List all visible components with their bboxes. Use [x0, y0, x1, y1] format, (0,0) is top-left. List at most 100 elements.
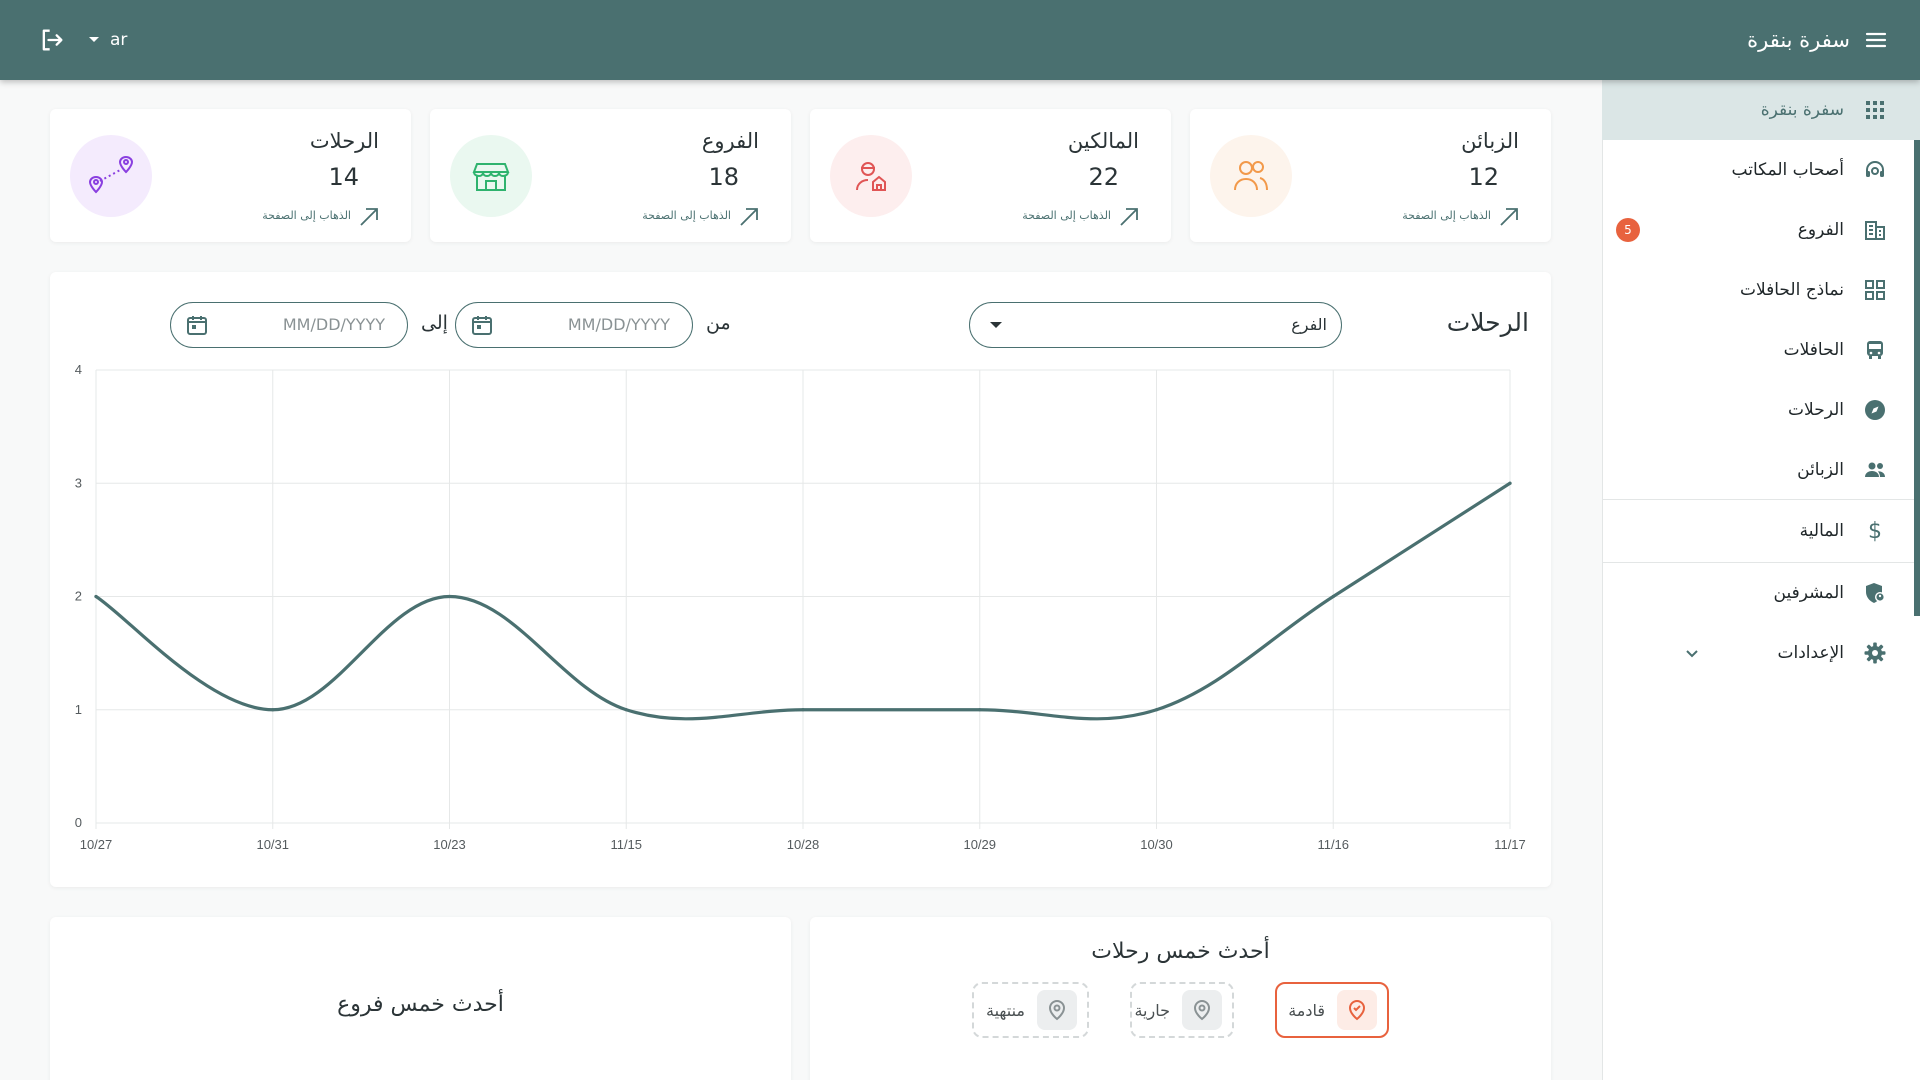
x-tick-label: 10/30 [1140, 837, 1173, 852]
stat-title: الرحلات [309, 129, 379, 153]
y-tick-label: 0 [75, 815, 82, 830]
go-to-page-link[interactable]: الذهاب إلى الصفحة [1402, 209, 1491, 222]
logout-icon[interactable] [38, 26, 66, 54]
y-tick-label: 1 [75, 702, 82, 717]
filter-ongoing[interactable]: جارية [1130, 982, 1234, 1038]
owner-icon [830, 135, 912, 217]
data-point [624, 708, 628, 712]
filter-label: جارية [1134, 1000, 1170, 1020]
location-pin-icon [1182, 990, 1222, 1030]
location-check-icon [1337, 990, 1377, 1030]
gear-icon [1862, 640, 1888, 666]
data-point [978, 708, 982, 712]
building-icon [1862, 217, 1888, 243]
x-tick-label: 10/23 [433, 837, 466, 852]
stat-title: الزبائن [1461, 129, 1519, 153]
x-tick-label: 11/16 [1317, 837, 1349, 852]
data-point [1154, 708, 1159, 712]
stat-value: 22 [1088, 163, 1119, 191]
branches-count-badge: 5 [1616, 218, 1640, 242]
data-point [1331, 594, 1335, 599]
location-pin-icon [1037, 990, 1077, 1030]
sidebar-item-label: الفروع [1797, 220, 1844, 240]
data-point [94, 594, 98, 599]
sidebar-item-label: الرحلات [1788, 400, 1844, 420]
stat-value: 12 [1468, 163, 1499, 191]
arrow-up-right-icon[interactable] [1117, 205, 1141, 229]
users-icon [1210, 135, 1292, 217]
arrow-up-right-icon[interactable] [737, 205, 761, 229]
brand: سفرة بنقرة [1747, 0, 1888, 80]
sidebar-item-label: الإعدادات [1777, 643, 1844, 663]
arrow-up-right-icon[interactable] [357, 205, 381, 229]
go-to-page-link[interactable]: الذهاب إلى الصفحة [1022, 209, 1111, 222]
sidebar-item-buses[interactable]: الحافلات [1602, 320, 1920, 380]
latest-branches-title: أحدث خمس فروع [337, 992, 504, 1017]
sidebar-item-finance[interactable]: المالية $ [1602, 501, 1920, 561]
caret-down-icon [89, 37, 99, 42]
sidebar-item-settings[interactable]: الإعدادات [1602, 623, 1920, 683]
grid-dots-icon [1862, 97, 1888, 123]
sidebar-item-trips[interactable]: الرحلات [1602, 380, 1920, 440]
sidebar-item-bus-models[interactable]: نماذج الحافلات [1602, 260, 1920, 320]
sidebar-item-label: الحافلات [1783, 340, 1844, 360]
stat-card-owners: المالكين 22 الذهاب إلى الصفحة [810, 109, 1171, 242]
bus-icon [1862, 337, 1888, 363]
sidebar-item-label: المالية [1799, 521, 1844, 541]
stat-value: 18 [708, 163, 739, 191]
language-selector[interactable]: ar [88, 0, 127, 80]
sidebar-item-home[interactable]: سفرة بنقرة [1602, 80, 1920, 140]
sidebar: سفرة بنقرة أصحاب المكاتب 5 الفروع نماذج … [1602, 80, 1920, 1080]
data-point [271, 708, 275, 712]
top-bar: سفرة بنقرة ar [0, 0, 1920, 80]
sidebar-item-office-owners[interactable]: أصحاب المكاتب [1602, 140, 1920, 200]
menu-icon[interactable] [1864, 28, 1888, 52]
stat-card-branches: الفروع 18 الذهاب إلى الصفحة [430, 109, 791, 242]
stat-title: المالكين [1067, 129, 1139, 153]
route-icon [70, 135, 152, 217]
filter-label: قادمة [1288, 1000, 1325, 1020]
stat-value: 14 [328, 163, 359, 191]
sidebar-divider [1602, 499, 1914, 500]
grid-squares-icon [1862, 277, 1888, 303]
latest-trips-title: أحدث خمس رحلات [1091, 939, 1270, 964]
x-tick-label: 11/17 [1494, 837, 1526, 852]
store-icon [450, 135, 532, 217]
x-tick-label: 10/29 [963, 837, 996, 852]
arrow-up-right-icon[interactable] [1497, 205, 1521, 229]
language-label: ar [110, 30, 128, 50]
y-tick-label: 4 [75, 362, 82, 377]
trips-chart-card: الرحلات الفرع من MM/DD/YYYY إلى MM/DD/YY… [50, 272, 1551, 887]
go-to-page-link[interactable]: الذهاب إلى الصفحة [262, 209, 351, 222]
data-point [1508, 481, 1512, 485]
y-tick-label: 2 [75, 589, 82, 604]
app-title: سفرة بنقرة [1747, 28, 1850, 52]
people-icon [1862, 457, 1888, 483]
sidebar-item-label: أصحاب المكاتب [1731, 160, 1844, 180]
trips-line-chart: 0 1 2 3 4 10/27 10/31 10/23 11/15 10/28 10/29 10/30… [75, 362, 1526, 852]
shield-person-icon [1862, 580, 1888, 606]
filter-finished[interactable]: منتهية [972, 982, 1089, 1038]
sidebar-item-label: الزبائن [1797, 460, 1844, 480]
x-tick-label: 10/28 [787, 837, 820, 852]
sidebar-item-branches[interactable]: 5 الفروع [1602, 200, 1920, 260]
dollar-icon: $ [1868, 518, 1882, 544]
sidebar-item-customers[interactable]: الزبائن [1602, 440, 1920, 500]
sidebar-item-label: سفرة بنقرة [1760, 100, 1844, 120]
go-to-page-link[interactable]: الذهاب إلى الصفحة [642, 209, 731, 222]
x-tick-label: 11/15 [610, 837, 642, 852]
stat-title: الفروع [701, 129, 759, 153]
stat-card-customers: الزبائن 12 الذهاب إلى الصفحة [1190, 109, 1551, 242]
data-point [801, 708, 805, 712]
sidebar-item-supervisors[interactable]: المشرفين [1602, 563, 1920, 623]
x-tick-label: 10/31 [256, 837, 289, 852]
headset-icon [1862, 157, 1888, 183]
y-tick-label: 3 [75, 475, 82, 490]
sidebar-item-label: نماذج الحافلات [1739, 280, 1844, 300]
filter-upcoming[interactable]: قادمة [1275, 982, 1389, 1038]
latest-branches-card: أحدث خمس فروع [50, 917, 791, 1080]
sidebar-item-label: المشرفين [1773, 583, 1844, 603]
stat-card-trips: الرحلات 14 الذهاب إلى الصفحة [50, 109, 411, 242]
latest-trips-card: أحدث خمس رحلات قادمة جارية منتهية [810, 917, 1551, 1080]
chevron-down-icon[interactable] [1684, 645, 1700, 661]
